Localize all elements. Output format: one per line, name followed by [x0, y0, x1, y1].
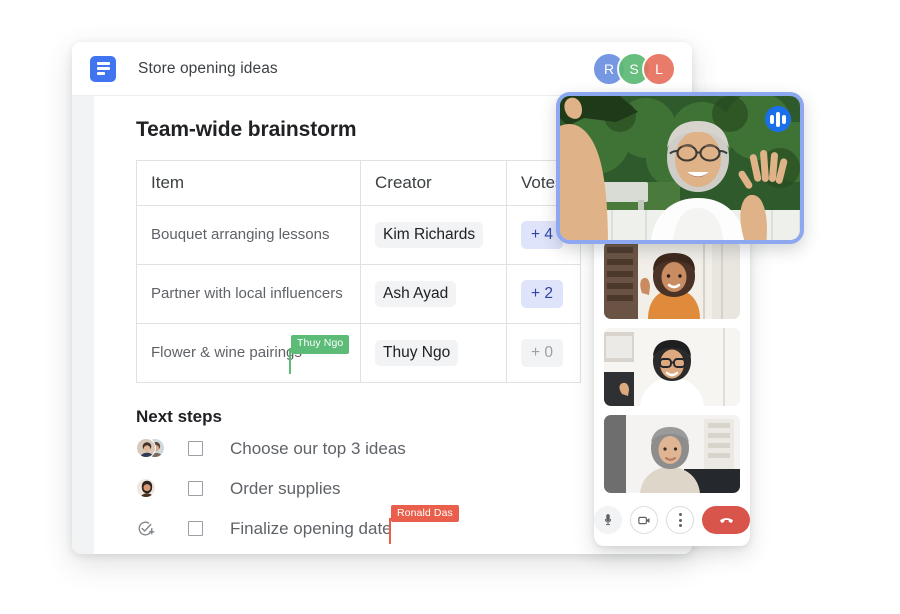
- cell-creator[interactable]: Ash Ayad: [360, 264, 507, 324]
- camera-button[interactable]: [630, 506, 658, 534]
- cell-item[interactable]: Flower & wine pairings Thuy Ngo: [136, 323, 361, 383]
- collaborator-cursor-caret: [389, 517, 391, 544]
- assign-task-icon[interactable]: [136, 518, 166, 540]
- avatar: [136, 477, 156, 498]
- main-video-tile[interactable]: [556, 92, 804, 244]
- cell-item[interactable]: Partner with local influencers: [136, 264, 361, 324]
- column-header-creator: Creator: [360, 160, 507, 206]
- collaborator-cursor-label: Thuy Ngo: [291, 335, 350, 354]
- vote-chip[interactable]: + 0: [521, 339, 563, 367]
- collaborator-avatar-stack: R S L: [592, 51, 676, 86]
- assignee-avatars[interactable]: [136, 437, 166, 460]
- document-title-bar: Store opening ideas R S L: [72, 42, 692, 96]
- task-checkbox[interactable]: [188, 481, 203, 496]
- item-text: Bouquet arranging lessons: [151, 226, 330, 244]
- collaborator-cursor-caret: [289, 348, 291, 375]
- hang-up-button[interactable]: [702, 506, 750, 534]
- table-header-row: Item Creator Votes: [136, 160, 581, 206]
- item-text-value: Flower & wine pairings: [151, 344, 302, 362]
- creator-chip[interactable]: Kim Richards: [375, 222, 484, 248]
- speaking-indicator-badge: [765, 106, 791, 132]
- cell-creator[interactable]: Kim Richards: [360, 205, 507, 265]
- task-label-value: Finalize opening date: [230, 518, 392, 538]
- task-checkbox[interactable]: [188, 441, 203, 456]
- task-checkbox[interactable]: [188, 521, 203, 536]
- participant-thumbnail-strip: [604, 241, 740, 502]
- vote-chip[interactable]: + 2: [521, 280, 563, 308]
- table-row: Partner with local influencers Ash Ayad …: [136, 264, 581, 324]
- participant-thumbnail[interactable]: [604, 328, 740, 406]
- column-header-item: Item: [136, 160, 361, 206]
- task-label: Order supplies: [230, 478, 341, 498]
- participant-thumbnail[interactable]: [604, 415, 740, 493]
- item-text: Partner with local influencers: [151, 284, 346, 303]
- item-text-value: Partner with local influencers: [151, 285, 343, 303]
- table-row: Flower & wine pairings Thuy Ngo Thuy Ngo…: [136, 323, 581, 383]
- mic-icon: [604, 514, 612, 526]
- call-controls-bar: [594, 506, 750, 534]
- task-label: Choose our top 3 ideas: [230, 438, 406, 458]
- three-dots-icon: [678, 513, 682, 527]
- cell-votes[interactable]: + 0: [506, 323, 581, 383]
- more-options-button[interactable]: [666, 506, 694, 534]
- task-label: Finalize opening date Ronald Das: [230, 504, 459, 544]
- document-title: Store opening ideas: [138, 59, 278, 77]
- item-text: Flower & wine pairings Thuy Ngo: [151, 335, 350, 375]
- avatar[interactable]: L: [642, 51, 676, 86]
- creator-chip[interactable]: Ash Ayad: [375, 281, 457, 307]
- cell-votes[interactable]: + 2: [506, 264, 581, 324]
- collaborator-cursor-label: Ronald Das: [391, 504, 459, 522]
- microphone-button[interactable]: [594, 506, 622, 534]
- participant-thumbnail[interactable]: [604, 241, 740, 319]
- document-gutter: [72, 96, 94, 554]
- google-docs-icon: [90, 55, 116, 82]
- cell-creator[interactable]: Thuy Ngo: [360, 323, 507, 383]
- ideas-table: Item Creator Votes Bouquet arranging les…: [136, 160, 581, 383]
- video-camera-icon: [637, 516, 649, 524]
- creator-chip[interactable]: Thuy Ngo: [375, 340, 459, 366]
- phone-hangup-icon: [719, 517, 733, 523]
- cell-item[interactable]: Bouquet arranging lessons: [136, 205, 361, 265]
- assignee-avatars[interactable]: [136, 477, 166, 500]
- table-row: Bouquet arranging lessons Kim Richards +…: [136, 205, 581, 265]
- avatar: [136, 437, 156, 458]
